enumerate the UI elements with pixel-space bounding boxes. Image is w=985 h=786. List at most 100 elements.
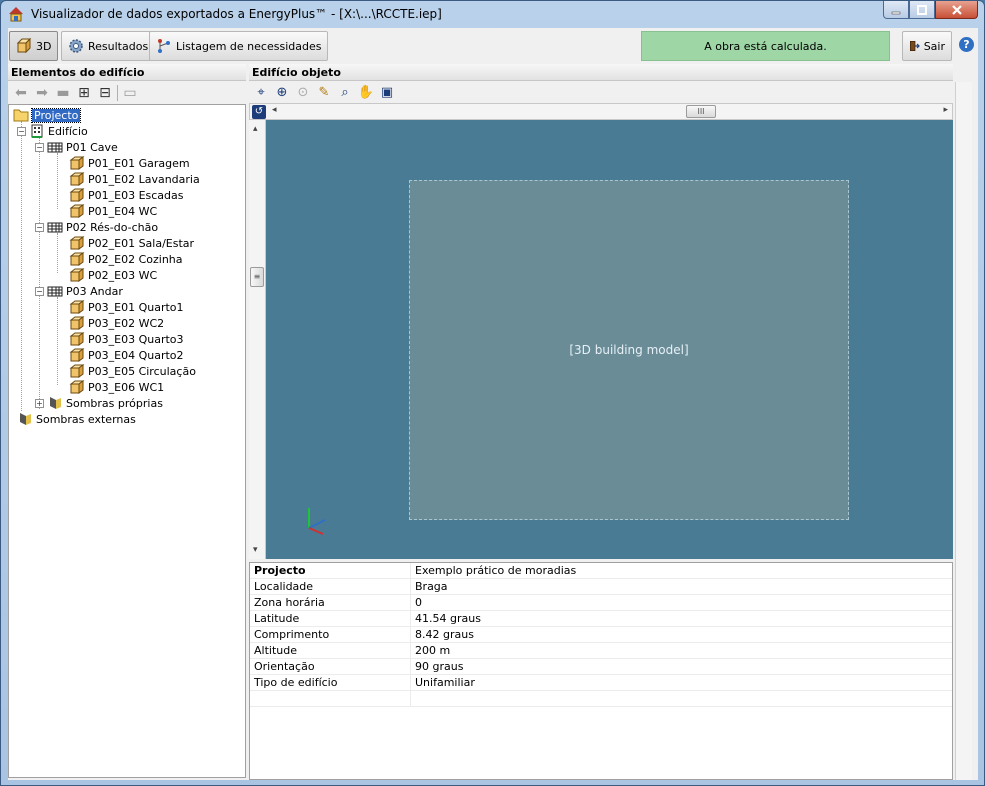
room-cube-icon (69, 380, 85, 394)
property-key: Projecto (250, 563, 411, 578)
tree-node-project[interactable]: Projecto (13, 107, 82, 123)
pen-measure-icon[interactable]: ✎ (315, 83, 333, 101)
tree-node-room[interactable]: P03_E01 Quarto1 (69, 299, 184, 315)
folder-up-icon[interactable]: ▬ (54, 84, 72, 102)
close-button[interactable] (935, 1, 978, 19)
collapse-toggle[interactable]: − (17, 126, 26, 136)
arrow-right-icon[interactable]: ➡ (33, 84, 51, 102)
screen-capture-icon[interactable]: ▣ (378, 83, 396, 101)
title-bar[interactable]: Visualizador de dados exportados a Energ… (1, 1, 984, 27)
tree-node-room[interactable]: P02_E01 Sala/Estar (69, 235, 194, 251)
tree-label-room: P02_E02 Cozinha (88, 252, 183, 266)
tree-node-room[interactable]: P03_E03 Quarto3 (69, 331, 184, 347)
tree-label-room: P01_E04 WC (88, 204, 158, 218)
room-cube-icon (69, 172, 85, 186)
arrow-left-icon[interactable]: ⬅ (12, 84, 30, 102)
expand-toggle[interactable]: + (35, 398, 44, 408)
tree-node-room[interactable]: P02_E03 WC (69, 267, 157, 283)
rotate-icon[interactable]: ↺ (252, 105, 266, 119)
select-cursor-icon[interactable]: ⌖ (252, 83, 270, 101)
3d-view-label: 3D (36, 39, 52, 53)
scroll-left-arrow-icon[interactable]: ◂ (272, 105, 277, 115)
property-key: Altitude (250, 643, 411, 658)
tree-node-building[interactable]: − Edifício (17, 123, 88, 139)
collapse-toggle[interactable]: − (35, 142, 44, 152)
table-row[interactable]: Orientação 90 graus (250, 659, 952, 675)
tree-node-room[interactable]: P01_E01 Garagem (69, 155, 190, 171)
tree-node-room[interactable]: P03_E06 WC1 (69, 379, 164, 395)
tree-node-room[interactable]: P03_E02 WC2 (69, 315, 164, 331)
table-row[interactable]: Altitude 200 m (250, 643, 952, 659)
expand-tree-icon[interactable]: ⊞ (75, 84, 93, 102)
zoom-extents-icon[interactable]: ⊕ (273, 83, 291, 101)
collapse-toggle[interactable]: − (35, 222, 44, 232)
tree-node-room[interactable]: P01_E02 Lavandaria (69, 171, 200, 187)
results-button[interactable]: Resultados (61, 31, 156, 61)
tree-node-own-shadows[interactable]: + Sombras próprias (35, 395, 163, 411)
horizontal-scroll-thumb[interactable]: III (686, 105, 716, 118)
tree-label-room: P02_E03 WC (88, 268, 158, 282)
property-value: 200 m (415, 644, 451, 657)
zoom-window-icon[interactable]: ⌕ (336, 83, 354, 101)
tree-node-room[interactable]: P02_E02 Cozinha (69, 251, 183, 267)
building-3d-model[interactable]: [3D building model] (409, 180, 849, 520)
room-cube-icon (69, 236, 85, 250)
tree-node-room[interactable]: P03_E05 Circulação (69, 363, 196, 379)
table-row[interactable]: Zona horária 0 (250, 595, 952, 611)
window-vertical-scrollbar[interactable] (955, 82, 972, 780)
tree-node-room[interactable]: P03_E04 Quarto2 (69, 347, 184, 363)
tree-label-room: P01_E03 Escadas (88, 188, 184, 202)
tree-node-room[interactable]: P01_E03 Escadas (69, 187, 184, 203)
room-cube-icon (69, 332, 85, 346)
table-row-empty[interactable] (250, 691, 952, 707)
property-value: Unifamiliar (415, 676, 475, 689)
table-row[interactable]: Comprimento 8.42 graus (250, 627, 952, 643)
3d-view-button[interactable]: 3D (9, 31, 59, 61)
tree-label-project: Projecto (30, 107, 82, 123)
minimize-button[interactable] (883, 1, 909, 19)
room-cube-icon (69, 252, 85, 266)
vertical-scroll-thumb[interactable]: ≡ (250, 267, 264, 287)
maximize-button[interactable] (909, 1, 935, 19)
exit-button[interactable]: Sair (902, 31, 952, 61)
tree-node-floor[interactable]: − P01 Cave (35, 139, 118, 155)
property-key (250, 691, 411, 706)
room-cube-icon (69, 316, 85, 330)
tree-node-floor[interactable]: − P02 Rés-do-chão (35, 219, 158, 235)
room-cube-icon (69, 300, 85, 314)
3d-viewport[interactable]: ▴ ≡ ▾ [3D building model] (249, 120, 953, 559)
calculation-status: A obra está calculada. (641, 31, 890, 61)
scroll-right-arrow-icon[interactable]: ▸ (943, 105, 948, 115)
app-house-icon (9, 7, 23, 22)
table-row[interactable]: Projecto Exemplo prático de moradias (250, 563, 952, 579)
property-value: Exemplo prático de moradias (415, 564, 577, 577)
tree-label-room: P02_E01 Sala/Estar (88, 236, 195, 250)
property-value: 90 graus (415, 660, 464, 673)
table-row[interactable]: Localidade Braga (250, 579, 952, 595)
tree-label-own-shadows: Sombras próprias (66, 396, 163, 410)
building-tree: Projecto − Edifício − P01 Cave P01_E01 G… (8, 104, 246, 778)
exit-label: Sair (923, 39, 945, 53)
needs-list-label: Listagem de necessidades (176, 39, 322, 53)
collapse-tree-icon[interactable]: ⊟ (96, 84, 114, 102)
print-icon[interactable]: ▭ (121, 84, 139, 102)
tree-node-external-shadows[interactable]: Sombras externas (17, 411, 136, 427)
tree-node-room[interactable]: P01_E04 WC (69, 203, 157, 219)
main-window: Visualizador de dados exportados a Energ… (0, 0, 985, 786)
tree-node-floor[interactable]: − P03 Andar (35, 283, 123, 299)
table-row[interactable]: Latitude 41.54 graus (250, 611, 952, 627)
maximize-icon (917, 4, 927, 15)
property-key: Orientação (250, 659, 411, 674)
pan-hand-icon[interactable]: ✋ (357, 83, 375, 101)
zoom-previous-icon[interactable]: ⊙ (294, 83, 312, 101)
scroll-up-arrow-icon[interactable]: ▴ (253, 124, 258, 134)
help-icon[interactable]: ? (959, 37, 974, 52)
table-row[interactable]: Tipo de edifício Unifamiliar (250, 675, 952, 691)
viewport-vertical-scrollbar[interactable]: ▴ ≡ ▾ (249, 120, 266, 559)
collapse-toggle[interactable]: − (35, 286, 44, 296)
building-elements-panel: Elementos do edifício ⬅ ➡ ▬ ⊞ ⊟ ▭ Projec… (8, 64, 246, 780)
viewport-horizontal-scrollbar[interactable]: ↺ ◂ III ▸ (249, 103, 953, 120)
folder-icon (13, 109, 29, 122)
scroll-down-arrow-icon[interactable]: ▾ (253, 545, 258, 555)
needs-list-button[interactable]: Listagem de necessidades (149, 31, 329, 61)
